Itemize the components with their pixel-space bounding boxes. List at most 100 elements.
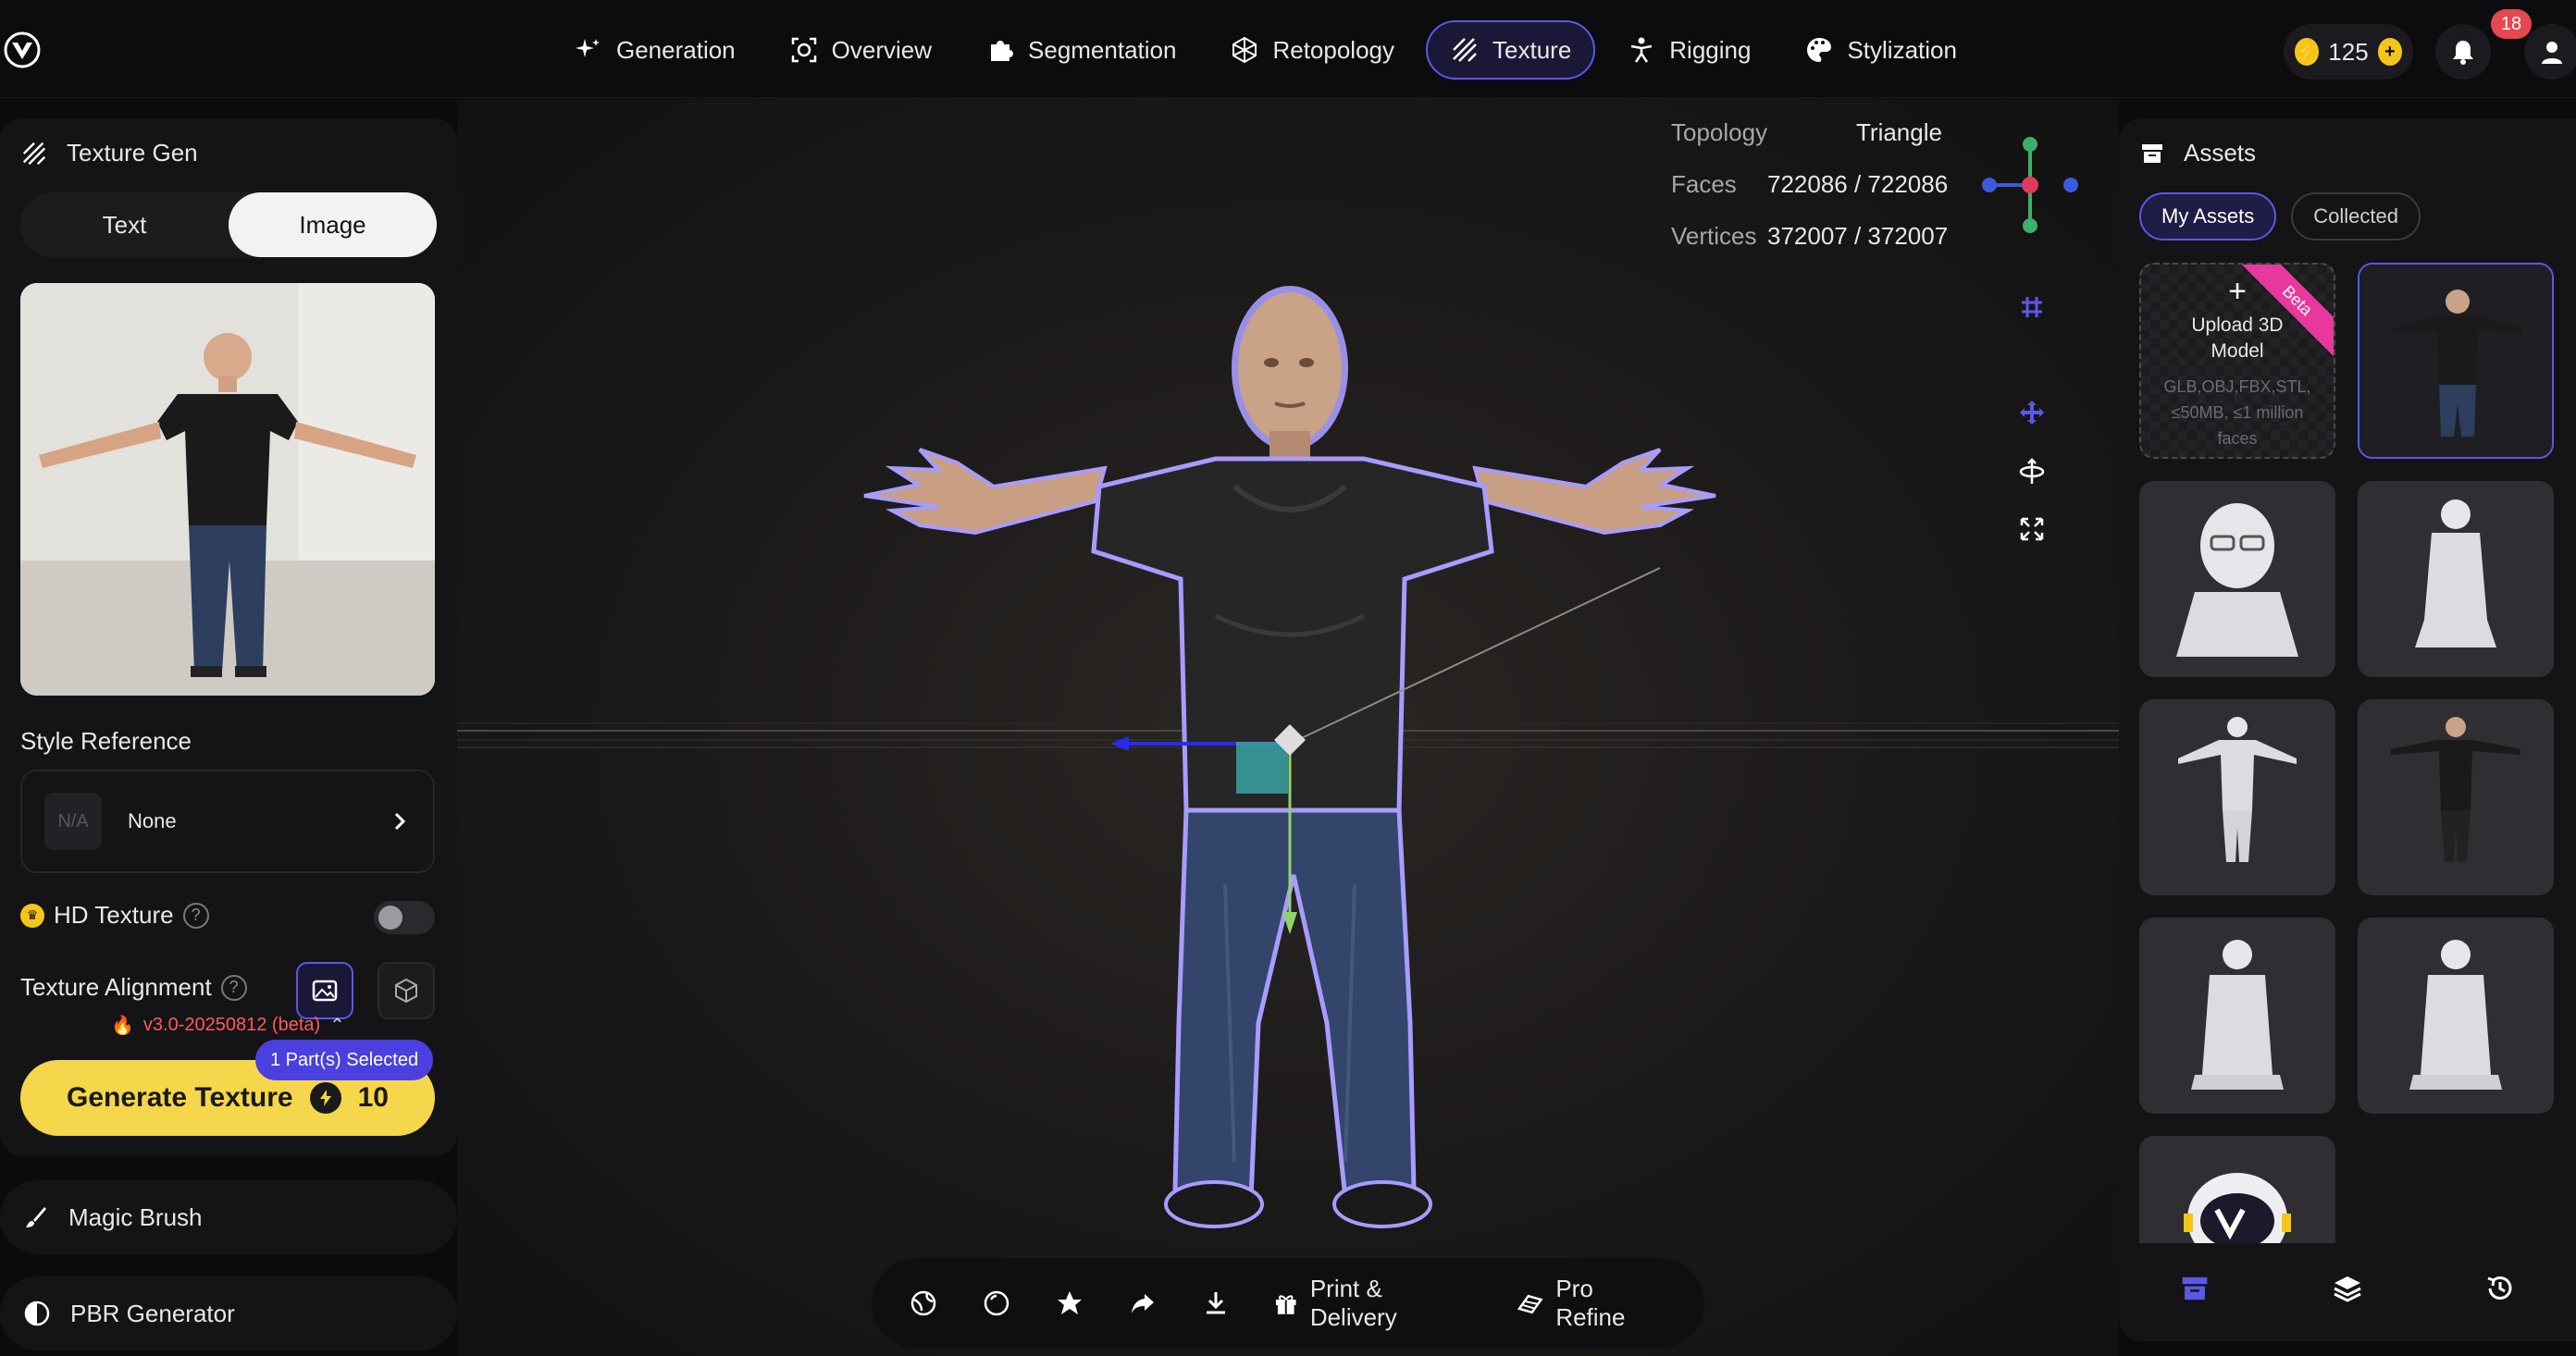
lighting-button[interactable]: [965, 1271, 1029, 1336]
favorite-button[interactable]: [1038, 1271, 1102, 1336]
model-version[interactable]: 🔥 v3.0-20250812 (beta) ⌃: [111, 1014, 345, 1037]
print-delivery-button[interactable]: Print & Delivery: [1257, 1271, 1490, 1336]
asset-grid: Beta + Upload 3D Model GLB,OBJ,FBX,STL, …: [2139, 263, 2556, 1243]
asset-thumbnail[interactable]: [2139, 918, 2335, 1114]
archive-tab-button[interactable]: [2179, 1273, 2211, 1309]
nav-segmentation[interactable]: Segmentation: [963, 20, 1198, 80]
asset-thumbnail[interactable]: [2139, 699, 2335, 895]
texture-icon: [1453, 38, 1477, 62]
refine-icon: [1517, 1294, 1543, 1314]
vertices-value: 372007 / 372007: [1767, 222, 1949, 250]
app-root: Generation Overview Segmentation Retopol…: [0, 0, 2576, 1356]
globe-view-button[interactable]: [892, 1271, 956, 1336]
person-icon: [1631, 37, 1653, 63]
half-circle-icon: [24, 1301, 50, 1326]
upload-title: Upload 3D Model: [2191, 314, 2284, 362]
asset-thumbnail[interactable]: [2358, 918, 2554, 1114]
assets-footer: [2119, 1239, 2576, 1341]
nav-generation[interactable]: Generation: [551, 20, 758, 80]
nav-rigging[interactable]: Rigging: [1604, 20, 1773, 80]
notification-badge: 18: [2491, 9, 2532, 39]
print-delivery-label: Print & Delivery: [1309, 1275, 1397, 1331]
model-render: [457, 137, 2119, 1228]
history-tab-button[interactable]: [2484, 1273, 2516, 1309]
scale-tool-button[interactable]: [2006, 503, 2058, 555]
download-icon: [1206, 1292, 1225, 1314]
add-credits-icon[interactable]: +: [2377, 38, 2402, 66]
pbr-generator-section[interactable]: PBR Generator: [0, 1276, 457, 1350]
circle-light-icon: [985, 1290, 1009, 1316]
layers-icon: [2334, 1276, 2361, 1302]
notifications-button[interactable]: [2435, 24, 2491, 80]
hd-texture-row: ♛ HD Texture ?: [20, 901, 209, 930]
reference-image[interactable]: [20, 283, 435, 696]
help-icon[interactable]: ?: [220, 974, 247, 1001]
texture-alignment-row: Texture Alignment ?: [20, 973, 247, 1002]
align-image-button[interactable]: [296, 962, 353, 1019]
tab-text[interactable]: Text: [20, 192, 229, 257]
asset-thumbnail[interactable]: [2358, 699, 2554, 895]
tab-my-assets[interactable]: My Assets: [2139, 192, 2277, 240]
grid-tool-button[interactable]: [2006, 281, 2058, 333]
star-icon: [1058, 1291, 1083, 1314]
hd-texture-label: HD Texture: [54, 901, 174, 929]
texture-alignment-label: Texture Alignment: [20, 973, 212, 1001]
top-bar: Generation Overview Segmentation Retopol…: [0, 0, 2576, 98]
topology-value: Triangle: [1856, 118, 1942, 146]
nav-label: Segmentation: [1028, 35, 1177, 64]
toggle-knob: [378, 906, 402, 930]
user-menu-button[interactable]: [2524, 24, 2576, 80]
magic-brush-section[interactable]: Magic Brush: [0, 1180, 457, 1254]
asset-thumbnail[interactable]: [2139, 1136, 2335, 1243]
pro-refine-label: Pro Refine: [1555, 1275, 1626, 1331]
panel-title-text: Texture Gen: [67, 139, 198, 166]
tab-collected[interactable]: Collected: [2291, 192, 2421, 240]
align-model-button[interactable]: [378, 962, 435, 1019]
upload-model-tile[interactable]: Beta + Upload 3D Model GLB,OBJ,FBX,STL, …: [2139, 263, 2335, 459]
puzzle-icon: [991, 41, 1014, 61]
nav-texture[interactable]: Texture: [1426, 20, 1596, 80]
download-button[interactable]: [1183, 1271, 1247, 1336]
texture-icon: [22, 142, 46, 165]
tab-image[interactable]: Image: [229, 192, 437, 257]
share-button[interactable]: [1111, 1271, 1175, 1336]
upload-content: + Upload 3D Model GLB,OBJ,FBX,STL, ≤50MB…: [2141, 265, 2334, 457]
plus-icon: +: [2228, 274, 2247, 309]
user-icon: [2542, 42, 2562, 64]
asset-thumbnail[interactable]: [2358, 481, 2554, 677]
parts-selected-badge: 1 Part(s) Selected: [255, 1040, 434, 1080]
style-reference-selector[interactable]: N/A None: [20, 770, 435, 873]
chevron-up-icon: ⌃: [329, 1016, 345, 1036]
app-logo-icon[interactable]: [4, 31, 41, 68]
help-icon[interactable]: ?: [182, 902, 209, 929]
3d-viewport[interactable]: Topology Triangle Faces 722086 / 722086 …: [457, 98, 2119, 1356]
panel-title: Texture Gen: [20, 139, 198, 167]
assets-panel: Assets My Assets Collected Beta + Upload…: [2119, 118, 2576, 1341]
nav-retopology[interactable]: Retopology: [1208, 20, 1417, 80]
image-icon: [312, 980, 338, 1002]
layers-tab-button[interactable]: [2332, 1273, 2363, 1309]
bolt-coin-icon: ⚡: [2295, 38, 2320, 66]
grid-hash-icon: [2022, 297, 2042, 317]
nav-stylization[interactable]: Stylization: [1782, 20, 1979, 80]
nav-label: Rigging: [1669, 35, 1752, 64]
asset-thumbnail[interactable]: [2358, 263, 2554, 459]
move-tool-button[interactable]: [2006, 387, 2058, 438]
credits-pill[interactable]: ⚡ 125 +: [2284, 24, 2413, 80]
mode-toggle: Text Image: [20, 192, 437, 257]
assets-title: Assets: [2139, 139, 2256, 167]
version-label: v3.0-20250812 (beta): [142, 1015, 321, 1035]
hd-texture-toggle[interactable]: [374, 901, 435, 934]
rotate-tool-button[interactable]: [2006, 446, 2058, 498]
bottom-toolbar: Print & Delivery Pro Refine: [872, 1258, 1704, 1349]
crown-icon: ♛: [20, 903, 44, 928]
palette-icon: [1807, 38, 1832, 62]
cube-wire-icon: [1232, 36, 1257, 64]
pbr-generator-label: PBR Generator: [70, 1299, 235, 1327]
asset-thumbnail[interactable]: [2139, 481, 2335, 677]
faces-value: 722086 / 722086: [1767, 170, 1949, 198]
sparkle-icon: [576, 39, 600, 57]
expand-icon: [2020, 517, 2044, 541]
pro-refine-button[interactable]: Pro Refine: [1499, 1271, 1684, 1336]
nav-overview[interactable]: Overview: [767, 20, 954, 80]
